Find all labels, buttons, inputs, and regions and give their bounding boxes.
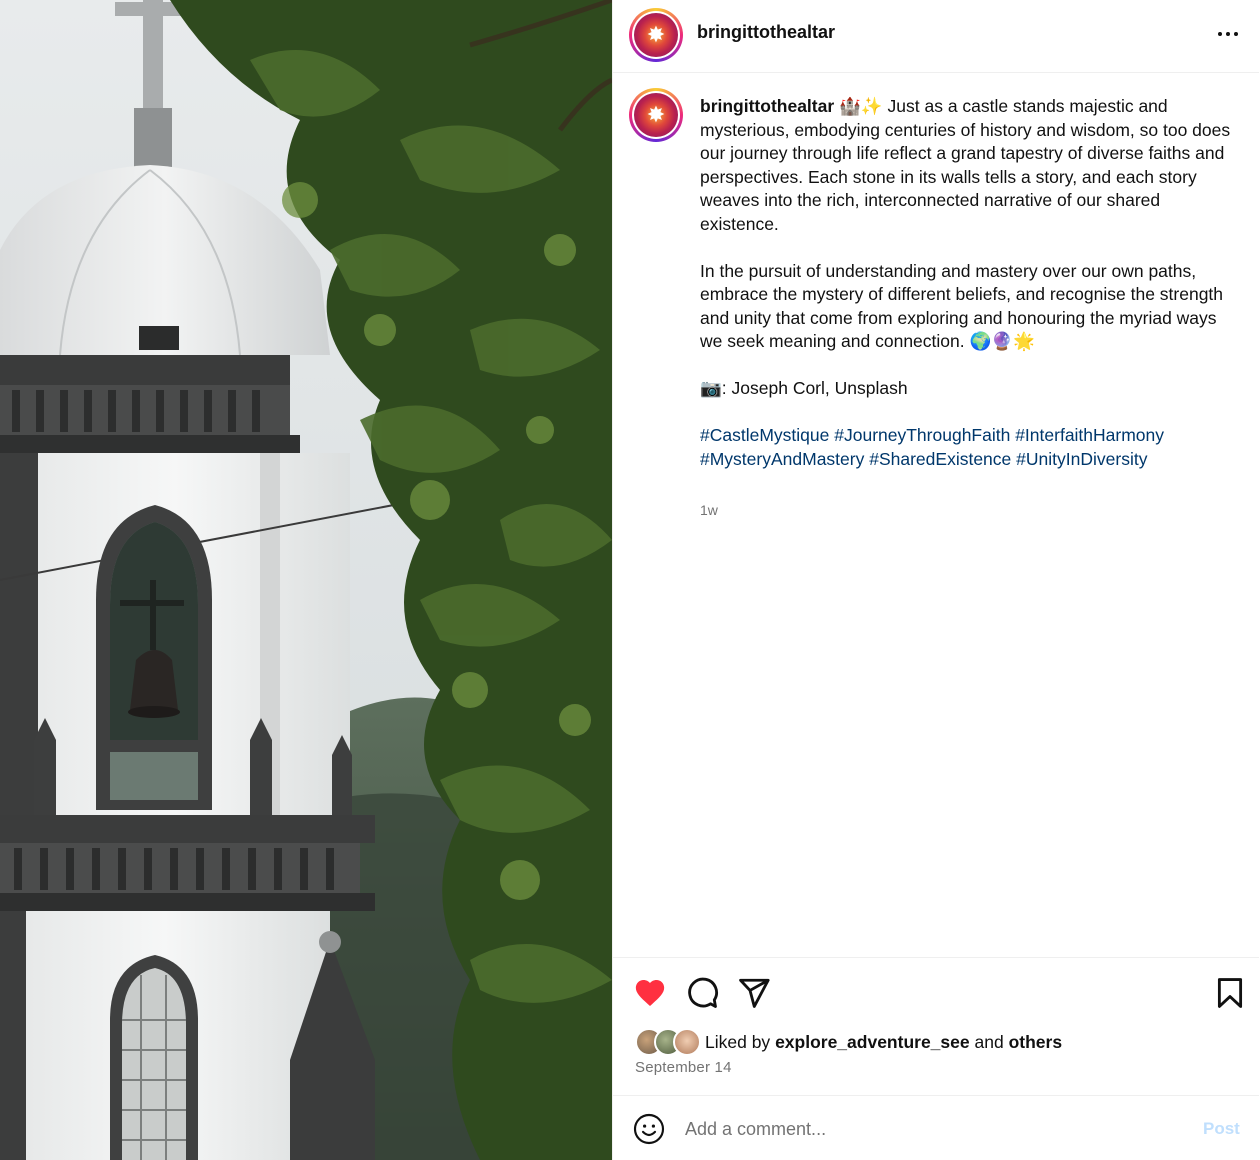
hashtag-link[interactable]: #InterfaithHarmony — [1015, 425, 1164, 445]
caption-username[interactable]: bringittothealtar — [700, 96, 834, 116]
hashtag-link[interactable]: #SharedExistence — [869, 449, 1011, 469]
caption-area: bringittothealtar 🏰✨ Just as a castle st… — [613, 74, 1259, 956]
post-comment-button[interactable]: Post — [1203, 1119, 1240, 1139]
liker-avatar — [673, 1028, 701, 1056]
comment-input[interactable] — [685, 1114, 1185, 1144]
more-horizontal-icon[interactable] — [1213, 20, 1243, 48]
post-date[interactable]: September 14 — [635, 1059, 732, 1076]
liker-avatars[interactable] — [635, 1028, 701, 1056]
post-panel: bringittothealtar bringittothealtar 🏰✨ J… — [612, 0, 1260, 1160]
liker-username[interactable]: explore_adventure_see — [775, 1032, 970, 1052]
post-header: bringittothealtar — [613, 0, 1259, 73]
bookmark-icon[interactable] — [1213, 976, 1247, 1010]
comment-bubble-icon[interactable] — [685, 976, 719, 1010]
caption-intro-emoji: 🏰✨ — [839, 96, 883, 116]
comment-bar: Post — [613, 1095, 1259, 1160]
caption-paragraph-2-emoji: 🌍🔮🌟 — [969, 331, 1035, 351]
post-photo[interactable] — [0, 0, 612, 1160]
caption-author-avatar[interactable] — [629, 88, 683, 142]
paper-plane-icon[interactable] — [737, 976, 771, 1010]
likes-row: Liked by explore_adventure_see and other… — [635, 1028, 1062, 1056]
caption: bringittothealtar 🏰✨ Just as a castle st… — [700, 95, 1240, 471]
post-actions: Liked by explore_adventure_see and other… — [613, 957, 1259, 1094]
smiley-icon[interactable] — [633, 1113, 665, 1145]
caption-paragraph-2: In the pursuit of understanding and mast… — [700, 260, 1224, 352]
author-avatar[interactable] — [629, 8, 683, 62]
author-username[interactable]: bringittothealtar — [697, 22, 835, 43]
hashtag-link[interactable]: #MysteryAndMastery — [700, 449, 864, 469]
camera-emoji: 📷 — [700, 378, 722, 398]
hashtag-link[interactable]: #CastleMystique — [700, 425, 829, 445]
hashtag-link[interactable]: #JourneyThroughFaith — [834, 425, 1010, 445]
church-bell-tower-image — [0, 0, 612, 1160]
hashtag-link[interactable]: #UnityInDiversity — [1016, 449, 1147, 469]
likes-others-link[interactable]: others — [1009, 1032, 1062, 1052]
heart-filled-icon[interactable] — [633, 976, 667, 1010]
likes-summary: Liked by explore_adventure_see and other… — [705, 1031, 1063, 1052]
photo-credit: : Joseph Corl, Unsplash — [721, 378, 908, 398]
caption-paragraph-1: Just as a castle stands majestic and mys… — [700, 96, 1231, 234]
caption-time-ago[interactable]: 1w — [700, 502, 718, 518]
hashtags: #CastleMystique #JourneyThroughFaith #In… — [700, 424, 1240, 471]
